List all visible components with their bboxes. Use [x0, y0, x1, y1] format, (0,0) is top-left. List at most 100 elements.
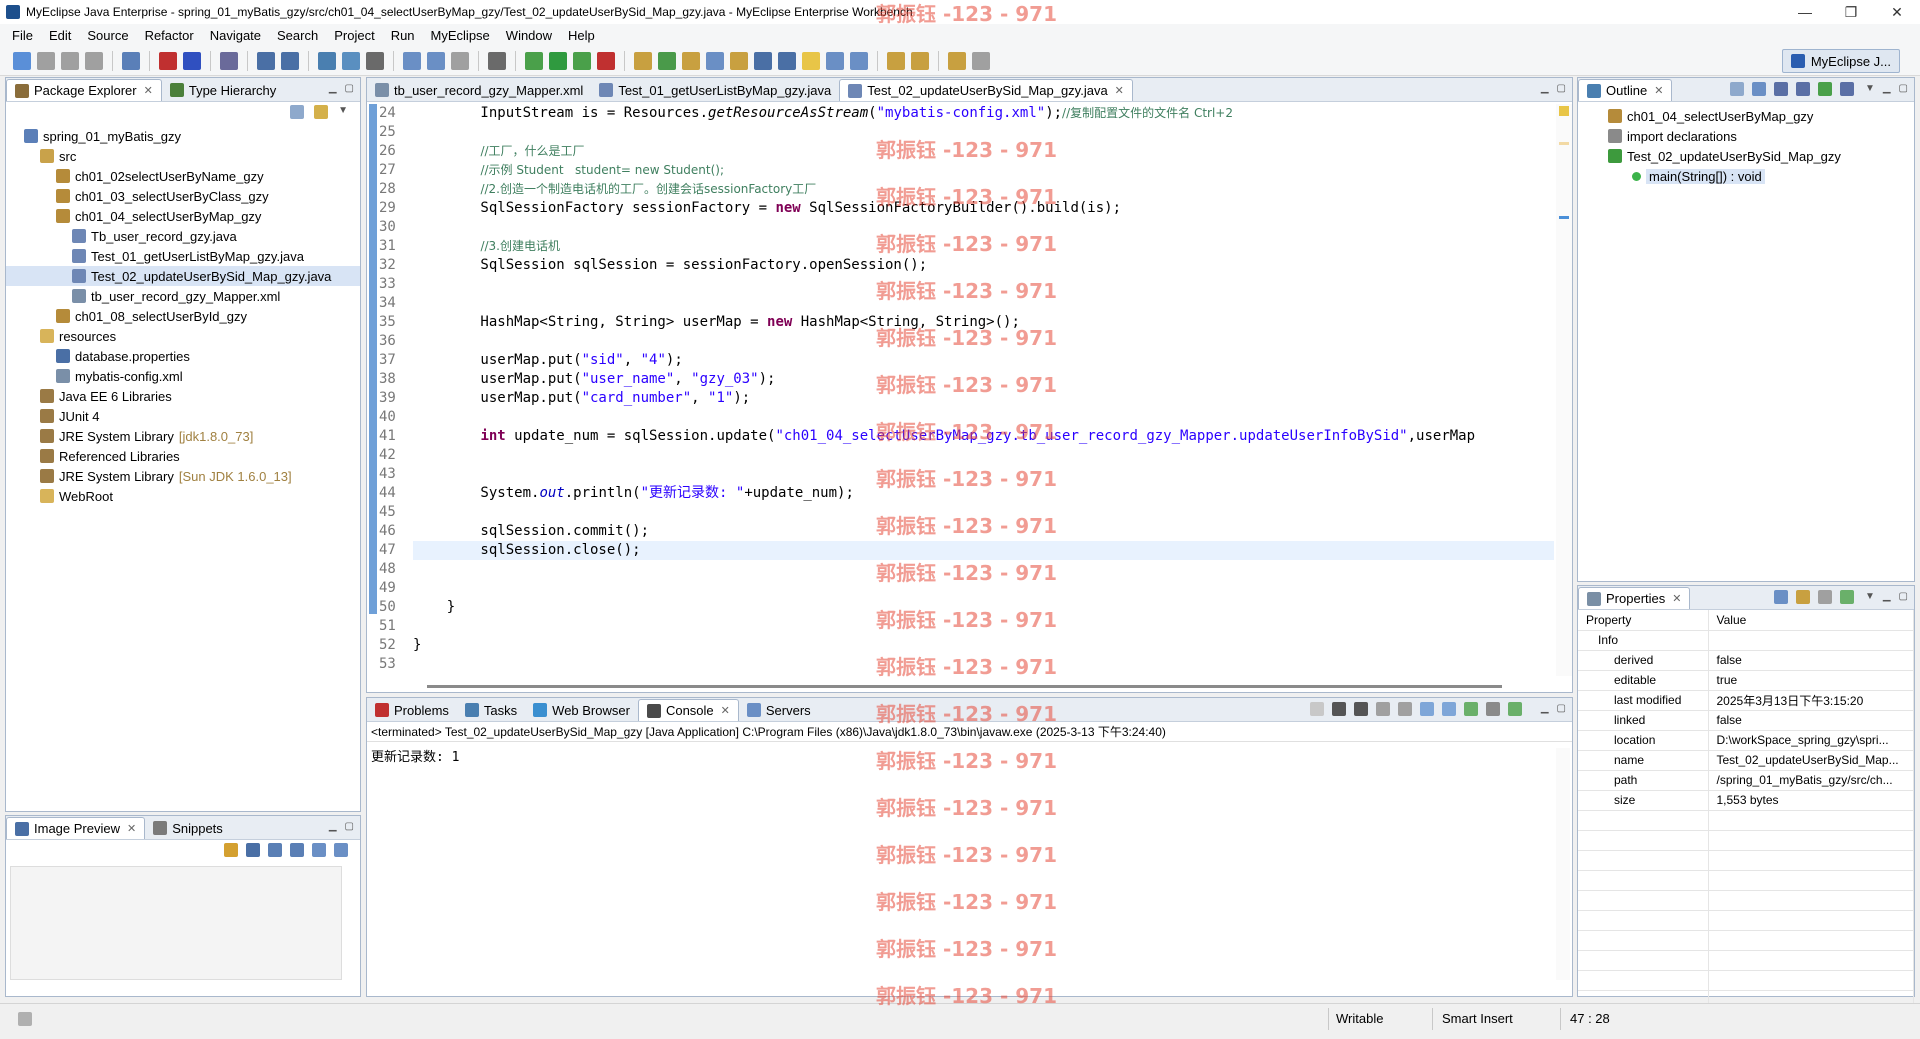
run-icon[interactable] [549, 51, 567, 70]
code-line[interactable] [413, 560, 1554, 579]
search-icon[interactable] [281, 51, 299, 70]
code-line[interactable]: System.out.println("更新记录数: "+update_num)… [413, 484, 1554, 503]
restore-button[interactable]: ❐ [1828, 0, 1874, 24]
menu-project[interactable]: Project [326, 28, 382, 43]
tree-item[interactable]: ch01_03_selectUserByClass_gzy [6, 186, 360, 206]
display-console-icon[interactable] [1486, 702, 1500, 716]
code-line[interactable]: int update_num = sqlSession.update("ch01… [413, 427, 1554, 446]
property-column-header[interactable]: Property [1578, 610, 1709, 631]
code-line[interactable] [413, 579, 1554, 598]
code-line[interactable]: userMap.put("sid", "4"); [413, 351, 1554, 370]
code-line[interactable] [413, 617, 1554, 636]
new-web-project-icon[interactable] [122, 51, 140, 70]
outline-item[interactable]: Test_02_updateUserBySid_Map_gzy [1578, 146, 1914, 166]
editor-vertical-scrollbar[interactable] [1556, 104, 1572, 676]
print-icon[interactable] [85, 51, 103, 70]
open-console-icon[interactable] [1508, 702, 1522, 716]
save-icon[interactable] [37, 51, 55, 70]
open-type-icon[interactable] [257, 51, 275, 70]
server-config-icon[interactable] [682, 51, 700, 70]
outline-item[interactable]: main(String[]) : void [1578, 166, 1914, 186]
menu-run[interactable]: Run [383, 28, 423, 43]
new-icon[interactable] [13, 51, 31, 70]
maximize-view-icon[interactable]: ▢ [1557, 83, 1566, 94]
tab-servers[interactable]: Servers [739, 699, 819, 721]
code-line[interactable] [413, 655, 1554, 674]
code-line[interactable] [413, 275, 1554, 294]
tree-item[interactable]: mybatis-config.xml [6, 366, 360, 386]
hide-static-icon[interactable] [1796, 82, 1810, 96]
outline-item[interactable]: import declarations [1578, 126, 1914, 146]
link-with-editor-icon[interactable] [314, 105, 329, 119]
tab-package-explorer[interactable]: Package Explorer ✕ [6, 79, 162, 101]
code-line[interactable] [413, 123, 1554, 142]
fast-view-icon[interactable] [18, 1012, 32, 1026]
show-whitespace-icon[interactable] [850, 51, 868, 70]
new-class-icon[interactable] [318, 51, 336, 70]
close-icon[interactable]: ✕ [144, 84, 153, 97]
coverage-icon[interactable] [573, 51, 591, 70]
minimize-view-icon[interactable]: ▁ [329, 821, 337, 832]
deploy-icon[interactable] [159, 51, 177, 70]
browser-icon[interactable] [706, 51, 724, 70]
view-menu-icon[interactable]: ▼ [338, 105, 348, 119]
hide-local-types-icon[interactable] [1840, 82, 1854, 96]
actual-size-icon[interactable] [312, 843, 326, 857]
tree-item[interactable]: database.properties [6, 346, 360, 366]
code-line[interactable]: userMap.put("user_name", "gzy_03"); [413, 370, 1554, 389]
code-line[interactable] [413, 503, 1554, 522]
menu-search[interactable]: Search [269, 28, 326, 43]
tab-image-preview[interactable]: Image Preview ✕ [6, 817, 146, 839]
minimize-button[interactable]: — [1782, 0, 1828, 24]
prev-annotation-icon[interactable] [911, 51, 929, 70]
console-vertical-scrollbar[interactable] [1556, 748, 1570, 980]
code-line[interactable]: } [413, 598, 1554, 617]
outline-item[interactable]: ch01_04_selectUserByMap_gzy [1578, 106, 1914, 126]
code-line[interactable]: sqlSession.close(); [413, 541, 1554, 560]
tree-item[interactable]: spring_01_myBatis_gzy [6, 126, 360, 146]
code-line[interactable]: } [413, 636, 1554, 655]
collapse-all-icon[interactable] [290, 105, 305, 119]
maximize-view-icon[interactable]: ▢ [345, 821, 354, 832]
block-select-icon[interactable] [826, 51, 844, 70]
menu-myeclipse[interactable]: MyEclipse [423, 28, 498, 43]
tree-item[interactable]: ch01_04_selectUserByMap_gzy [6, 206, 360, 226]
zoom-in-icon[interactable] [290, 843, 304, 857]
save-all-icon[interactable] [61, 51, 79, 70]
close-icon[interactable]: ✕ [1115, 84, 1124, 97]
show-advanced-icon[interactable] [1796, 590, 1810, 604]
launch-icon[interactable] [451, 51, 469, 70]
editor-tab[interactable]: Test_02_updateUserBySid_Map_gzy.java ✕ [839, 79, 1133, 101]
tree-item[interactable]: tb_user_record_gzy_Mapper.xml [6, 286, 360, 306]
code-line[interactable] [413, 408, 1554, 427]
minimize-view-icon[interactable]: ▁ [1541, 83, 1549, 94]
code-line[interactable]: //工厂，什么是工厂 [413, 142, 1554, 161]
scroll-lock-icon[interactable] [1398, 702, 1412, 716]
property-row[interactable]: location D:\workSpace_spring_gzy\spri... [1578, 730, 1914, 751]
menu-source[interactable]: Source [79, 28, 136, 43]
remove-launch-icon[interactable] [1332, 702, 1346, 716]
tab-tasks[interactable]: Tasks [457, 699, 525, 721]
tab-type-hierarchy[interactable]: Type Hierarchy [162, 79, 284, 101]
code-line[interactable] [413, 218, 1554, 237]
show-categories-icon[interactable] [1774, 590, 1788, 604]
refresh-icon[interactable] [224, 843, 238, 857]
hide-fields-icon[interactable] [1774, 82, 1788, 96]
view-menu-icon[interactable]: ▼ [1865, 591, 1875, 602]
property-row[interactable]: linked false [1578, 710, 1914, 731]
tree-item[interactable]: src [6, 146, 360, 166]
show-console-stderr-icon[interactable] [1442, 702, 1456, 716]
editor-icon[interactable] [730, 51, 748, 70]
menu-refactor[interactable]: Refactor [137, 28, 202, 43]
code-line[interactable]: SqlSessionFactory sessionFactory = new S… [413, 199, 1554, 218]
tree-item[interactable]: Referenced Libraries [6, 446, 360, 466]
tree-item[interactable]: WebRoot [6, 486, 360, 506]
sort-icon[interactable] [1752, 82, 1766, 96]
close-icon[interactable]: ✕ [721, 704, 730, 717]
next-annotation-icon[interactable] [887, 51, 905, 70]
property-row[interactable]: last modified 2025年3月13日下午3:15:20 [1578, 690, 1914, 711]
property-row[interactable]: editable true [1578, 670, 1914, 691]
collapse-all-icon[interactable] [1730, 82, 1744, 96]
close-button[interactable]: ✕ [1874, 0, 1920, 24]
code-line[interactable] [413, 332, 1554, 351]
